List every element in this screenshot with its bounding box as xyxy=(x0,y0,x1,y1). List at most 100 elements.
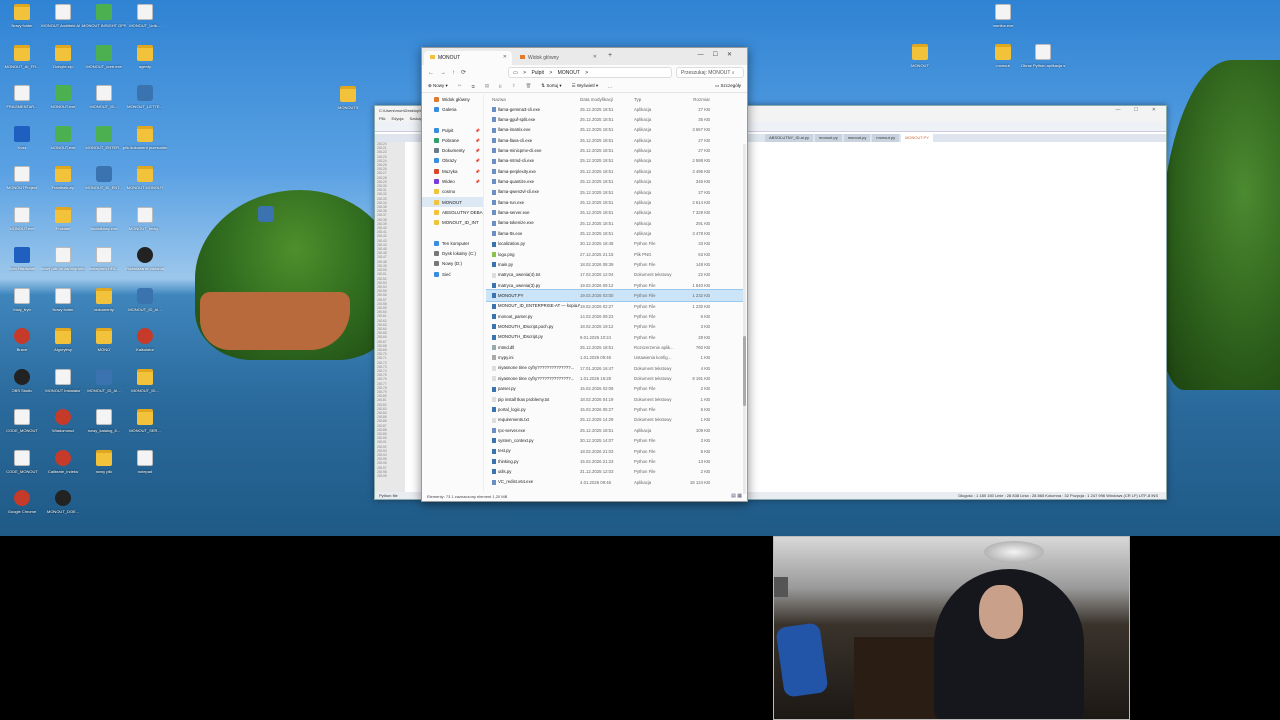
tab-monout[interactable]: MONOUT ✕ xyxy=(424,51,512,65)
desktop-icon[interactable]: MONOUT INSIGHT OPRO... xyxy=(82,4,126,44)
file-row[interactable]: llama-server.exe 25.12.2025 18:51 Aplikacj… xyxy=(486,208,745,218)
file-row[interactable]: MONOUTH_IDscript.py 9.01.2026 10:24 Python… xyxy=(486,332,745,342)
desktop-icon[interactable] xyxy=(244,206,288,246)
file-row[interactable]: MONOUT.PY 19.02.2026 03:00 Python File 1 23… xyxy=(486,289,745,302)
column-type[interactable]: Typ xyxy=(634,97,678,102)
desktop-icon[interactable]: Nowy folder xyxy=(0,4,44,44)
sidebar-item[interactable]: Muzyka 📌 xyxy=(422,166,483,176)
desktop-icon[interactable]: nowy plik xyxy=(82,449,126,490)
sidebar-item[interactable]: cosmo xyxy=(422,187,483,197)
desktop-icon[interactable]: MONOUT.exe xyxy=(41,85,85,125)
sidebar-item[interactable]: Dysk lokalny (C:) xyxy=(422,248,483,258)
file-row[interactable]: llama-llava-cli.exe 25.12.2025 18:51 Aplik… xyxy=(486,135,745,145)
desktop-icon[interactable]: MONOUT.exe xyxy=(41,125,85,166)
desktop-icon[interactable]: MONOUT MONOUT xyxy=(123,166,167,206)
desktop-icon[interactable]: FRAGMENTAR... xyxy=(0,85,44,125)
file-row[interactable]: llama-quantize.exe 25.12.2025 18:51 Aplika… xyxy=(486,177,745,187)
sidebar-item[interactable]: Wideo 📌 xyxy=(422,176,483,186)
desktop-icon[interactable]: MONOUT_DOE... xyxy=(41,490,85,530)
desktop-icon[interactable]: MONOUT_ENTER... xyxy=(82,125,126,166)
desktop-icon[interactable]: monout xyxy=(981,44,1025,84)
sidebar-item[interactable]: Sieć xyxy=(422,269,483,279)
editor-tab[interactable]: MONOUT.PY xyxy=(901,134,933,142)
desktop-icon[interactable]: dokumenty xyxy=(82,287,126,328)
paste-icon[interactable]: ▤ xyxy=(485,83,489,89)
desktop-icon[interactable]: Rozwiazanie zadania xyxy=(123,247,167,287)
desktop-icon[interactable]: Calibrate_Indeks xyxy=(41,449,85,490)
sidebar-item[interactable]: Ten komputer xyxy=(422,238,483,248)
details-button[interactable]: ▭ Szczegóły xyxy=(715,83,741,89)
file-row[interactable]: llama-tokenize.exe 25.12.2025 18:51 Aplika… xyxy=(486,218,745,228)
file-row[interactable]: matryca_owenia(3).py 19.02.2026 09:12 Pyth… xyxy=(486,280,745,290)
close-icon[interactable]: ✕ xyxy=(593,54,597,60)
desktop-icon[interactable]: nowy plik do zaprogramowania xyxy=(41,247,85,287)
back-icon[interactable]: ← xyxy=(428,70,434,76)
copy-icon[interactable]: ⧉ xyxy=(472,84,475,89)
file-row[interactable]: MONOUT_ID_ENTERPRISE-AT — kopia.PY 19.02.… xyxy=(486,301,745,311)
desktop-icon[interactable]: MONOUT.exe xyxy=(0,206,44,247)
close-icon[interactable]: ✕ xyxy=(503,54,507,60)
editor-tab[interactable]: ABSOLUTNY_ID.ai.py xyxy=(765,134,814,142)
desktop-icon[interactable]: Stan Hardware xyxy=(0,247,44,287)
file-row[interactable]: pip install tkas problemy.txt 18.02.2026 … xyxy=(486,394,745,404)
sidebar-item[interactable]: MONOUT_ID_INT xyxy=(422,218,483,228)
desktop-icon[interactable]: monitor.exe xyxy=(981,4,1025,44)
file-row[interactable]: monout_parser.py 14.02.2026 09:23 Python F… xyxy=(486,311,745,321)
desktop-icon[interactable]: MONOUT_AI_FR... xyxy=(0,44,44,85)
sidebar-item[interactable]: ABSOLUTNY DEBA xyxy=(422,207,483,217)
editor-tab[interactable]: monout.py xyxy=(815,134,842,142)
more-button[interactable]: ... xyxy=(608,84,612,89)
sidebar-item[interactable]: Galeria xyxy=(422,104,483,114)
desktop-icon[interactable]: Brave xyxy=(0,328,44,368)
desktop-icon[interactable]: MONOUT_LETTE... xyxy=(123,85,167,125)
desktop-icon[interactable]: Kosz xyxy=(0,125,44,166)
file-row[interactable]: logo.png 27.12.2025 21:15 Plik PNG 63 KB xyxy=(486,249,745,259)
view-toggle-icons[interactable]: ▤ ▦ xyxy=(731,493,742,499)
new-button[interactable]: ⊕ Nowy ▾ xyxy=(428,83,448,89)
file-row[interactable]: niyasnone time cyfry??????????????... 17.… xyxy=(486,363,745,373)
desktop-icon[interactable]: nowy_katalog_8... xyxy=(82,409,126,449)
desktop-icon[interactable]: Kalkulator xyxy=(123,328,167,368)
cut-icon[interactable]: ✂ xyxy=(458,83,462,89)
file-row[interactable]: mtmd.dll 25.12.2025 18:51 Rozszerzenie apl… xyxy=(486,342,745,352)
desktop-icon[interactable]: MONOUT_ID_AI... xyxy=(82,368,126,409)
desktop-icon[interactable]: agenty xyxy=(123,44,167,85)
desktop-icon[interactable]: MONOUT_SER... xyxy=(123,409,167,449)
desktop-icon[interactable]: Dolsyte.zip xyxy=(41,44,85,85)
desktop-icon[interactable]: CODE_MONOUT xyxy=(0,449,44,490)
new-tab-button[interactable]: + xyxy=(608,52,612,59)
file-row[interactable]: llama-qwen2vl-cli.exe 25.12.2025 18:51 Apl… xyxy=(486,187,745,197)
desktop-icon[interactable]: MONOUT Instalator xyxy=(41,368,85,409)
desktop-icon[interactable]: Nowy folder xyxy=(41,287,85,328)
editor-tab[interactable]: monout.py xyxy=(843,134,871,142)
file-explorer-window[interactable]: MONOUT ✕ Widok główny ✕ + —☐✕ ← → ↑ ⟳ ▭ > … xyxy=(421,47,748,502)
file-row[interactable]: system_context.py 30.12.2025 14:07 Python … xyxy=(486,436,745,446)
file-row[interactable]: thinking.py 15.02.2026 21:23 Python File 13… xyxy=(486,456,745,466)
desktop-icon[interactable]: Maly_tryb xyxy=(0,287,44,328)
desktop-icon[interactable]: MONOUTProject xyxy=(0,166,44,206)
scrollbar[interactable] xyxy=(743,144,746,494)
delete-icon[interactable]: 🗑 xyxy=(526,83,532,89)
scrollbar-thumb[interactable] xyxy=(743,336,746,406)
desktop-icon[interactable]: MONOUT_Imag... xyxy=(123,206,167,247)
file-row[interactable]: portal_logic.py 15.02.2026 05:27 Python Fi… xyxy=(486,404,745,414)
search-input[interactable]: Przeszukaj: MONOUT ⌕ xyxy=(676,67,744,78)
editor-tab[interactable]: monout.py xyxy=(872,134,900,142)
file-row[interactable]: llama-tts.exe 25.12.2025 18:51 Aplikacja 3 … xyxy=(486,228,745,238)
desktop-icon[interactable]: MONOUT_ID_ENT... xyxy=(82,166,126,206)
file-row[interactable]: utils.py 31.12.2025 12:03 Python File 2 KB xyxy=(486,467,745,477)
desktop-icon[interactable]: MONOUT_ID_AI... xyxy=(123,287,167,328)
file-row[interactable]: llama-gemma3-cli.exe 25.12.2025 18:51 Apli… xyxy=(486,104,745,114)
file-row[interactable]: matryca_owenia(4).txt 17.02.2026 12:04 Dok… xyxy=(486,270,745,280)
file-row[interactable]: test.py 18.02.2026 21:03 Python File 5 KB xyxy=(486,446,745,456)
sort-button[interactable]: ⇅ Sortuj ▾ xyxy=(541,83,561,89)
sidebar-item[interactable]: Pulpit 📌 xyxy=(422,125,483,135)
sidebar-item[interactable]: Nowy (D:) xyxy=(422,259,483,269)
desktop-icon[interactable]: plik dokument przesuniecie xyxy=(123,125,167,166)
address-crumb[interactable]: MONOUT xyxy=(558,70,580,76)
desktop-icon[interactable]: Fraktale xyxy=(41,206,85,247)
desktop-icon[interactable]: MONOUT Architekt AI ... xyxy=(41,4,85,44)
forward-icon[interactable]: → xyxy=(440,70,446,76)
file-row[interactable]: requirements.txt 25.12.2025 14:29 Dokument… xyxy=(486,415,745,425)
desktop-icon[interactable]: OBS Studio xyxy=(0,368,44,409)
